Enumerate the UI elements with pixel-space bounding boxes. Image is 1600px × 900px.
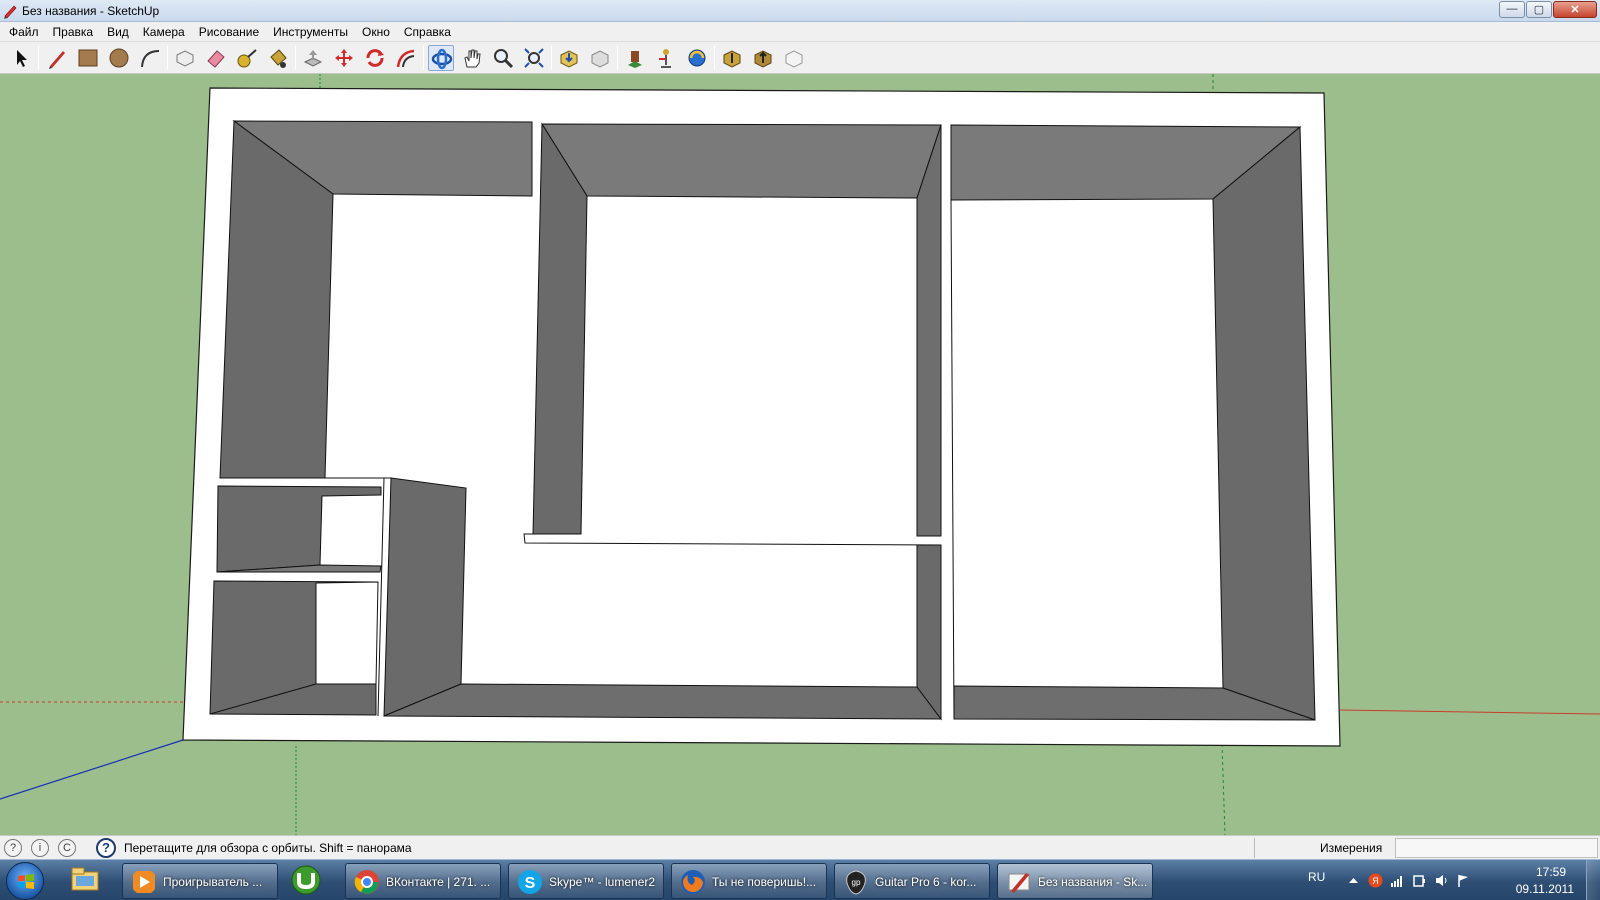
system-tray: RU Я 17:59 09.11.2011 [1300, 860, 1600, 900]
zoom-extents-tool[interactable] [521, 45, 547, 71]
network-icon[interactable] [1390, 873, 1405, 888]
get-models-tool[interactable] [556, 45, 582, 71]
menu-help[interactable]: Справка [397, 22, 458, 42]
taskbar-item-guitar-pro[interactable]: gp Guitar Pro 6 - kor... [834, 863, 990, 899]
tape-measure-tool[interactable] [234, 45, 260, 71]
svg-text:S: S [525, 875, 536, 892]
make-component-tool[interactable] [172, 45, 198, 71]
menu-bar: Файл Правка Вид Камера Рисование Инструм… [0, 22, 1600, 42]
corridor-wall-bottom [383, 683, 943, 720]
zoom-tool[interactable] [490, 45, 516, 71]
share-model-tool[interactable] [587, 45, 613, 71]
status-hint: Перетащите для обзора с орбиты. Shift = … [124, 841, 412, 855]
rotate-tool[interactable] [362, 45, 388, 71]
skype-icon: S [518, 870, 542, 894]
start-button[interactable] [6, 862, 44, 900]
status-divider [1254, 838, 1255, 858]
components-tool[interactable] [750, 45, 776, 71]
action-center-flag-icon[interactable] [1456, 873, 1471, 888]
walk-tool[interactable] [719, 45, 745, 71]
corridor-wall-left [383, 477, 467, 717]
room2-wall-right [916, 124, 942, 537]
clock-time[interactable]: 17:59 [1536, 865, 1566, 879]
menu-draw[interactable]: Рисование [192, 22, 266, 42]
room2-wall-left [532, 122, 588, 535]
menu-camera[interactable]: Камера [136, 22, 192, 42]
position-camera-tool[interactable] [653, 45, 679, 71]
window-title: Без названия - SketchUp [22, 4, 160, 18]
green-axis-bottom [1221, 743, 1226, 835]
language-indicator[interactable]: RU [1308, 870, 1325, 884]
circle-tool[interactable] [106, 45, 132, 71]
power-icon[interactable] [1412, 873, 1427, 888]
title-bar: Без названия - SketchUp — ▢ ✕ [0, 0, 1600, 22]
svg-text:gp: gp [852, 878, 861, 887]
toolbar [0, 42, 1600, 74]
taskbar-item-chrome[interactable]: ВКонтакте | 271. ... [345, 863, 501, 899]
maximize-button[interactable]: ▢ [1526, 1, 1552, 18]
taskbar-item-skype[interactable]: S Skype™ - lumener2 [508, 863, 664, 899]
orbit-tool[interactable] [428, 45, 454, 71]
menu-edit[interactable]: Правка [46, 22, 101, 42]
show-hidden-icons-icon[interactable] [1346, 873, 1361, 888]
clock-date[interactable]: 09.11.2011 [1516, 882, 1574, 896]
measurements-label: Измерения [1320, 841, 1383, 855]
taskbar-item-media-player[interactable]: Проигрыватель ... [122, 863, 278, 899]
menu-window[interactable]: Окно [355, 22, 397, 42]
volume-icon[interactable] [1434, 873, 1449, 888]
model-viewport[interactable] [0, 74, 1600, 835]
explorer-icon[interactable] [64, 862, 118, 900]
geo-location-icon[interactable]: ? [4, 839, 22, 857]
minimize-button[interactable]: — [1499, 1, 1525, 18]
menu-file[interactable]: Файл [2, 22, 46, 42]
blue-axis [0, 739, 184, 800]
menu-tools[interactable]: Инструменты [266, 22, 355, 42]
paint-bucket-tool[interactable] [265, 45, 291, 71]
move-tool[interactable] [331, 45, 357, 71]
rectangle-tool[interactable] [75, 45, 101, 71]
small-room-b-floor [315, 581, 379, 685]
select-tool[interactable] [8, 45, 34, 71]
utorrent-icon[interactable] [286, 862, 340, 900]
show-desktop-button[interactable] [1586, 860, 1600, 900]
status-bar: ? i C ? Перетащите для обзора с орбиты. … [0, 835, 1600, 859]
push-pull-tool[interactable] [300, 45, 326, 71]
eraser-tool[interactable] [203, 45, 229, 71]
look-around-tool[interactable] [684, 45, 710, 71]
sign-in-icon[interactable]: C [58, 839, 76, 857]
get-photo-texture-tool[interactable] [622, 45, 648, 71]
room2-wall-top [541, 123, 942, 199]
windows-logo-icon [18, 874, 34, 889]
floor-plan-model [0, 74, 1600, 835]
pan-tool[interactable] [459, 45, 485, 71]
red-axis-right [1339, 709, 1600, 715]
windows-taskbar: Проигрыватель ... ВКонтакте | 271. ... S… [0, 859, 1600, 900]
styles-tool[interactable] [781, 45, 807, 71]
taskbar-item-sketchup[interactable]: Без названия - Sk... [997, 863, 1153, 899]
sketchup-app-icon [4, 5, 17, 19]
sketchup-icon [1008, 873, 1030, 893]
room3-wall-right [1212, 125, 1316, 721]
guitar-pro-icon: gp [846, 870, 866, 895]
svg-text:Я: Я [1372, 876, 1379, 886]
offset-tool[interactable] [393, 45, 419, 71]
taskbar-item-firefox[interactable]: Ты не поверишь!... [671, 863, 827, 899]
credits-icon[interactable]: i [31, 839, 49, 857]
close-button[interactable]: ✕ [1553, 1, 1597, 18]
firefox-icon [681, 870, 705, 894]
media-player-icon [133, 871, 155, 893]
measurements-input[interactable] [1395, 838, 1598, 858]
arc-tool[interactable] [137, 45, 163, 71]
yandex-icon[interactable]: Я [1368, 873, 1383, 888]
pencil-line-tool[interactable] [44, 45, 70, 71]
help-icon[interactable]: ? [96, 838, 116, 858]
chrome-icon [354, 870, 379, 894]
menu-view[interactable]: Вид [100, 22, 136, 42]
